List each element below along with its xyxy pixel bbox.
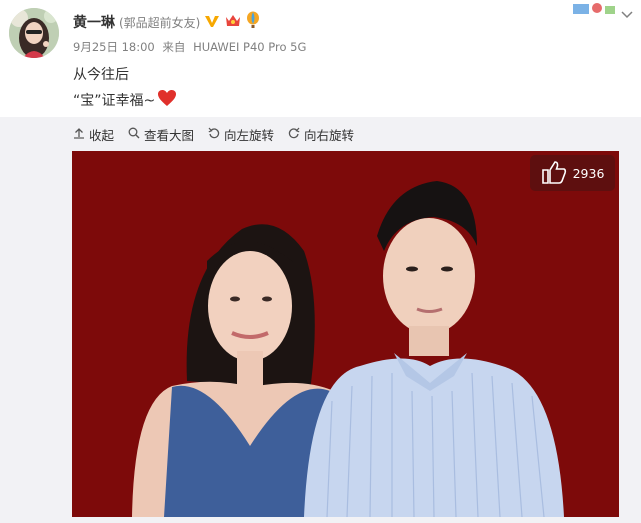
user-name[interactable]: 黄一琳 xyxy=(73,12,115,32)
name-row: 黄一琳 (郭品超前女友) xyxy=(73,11,260,33)
media-panel: 收起 查看大图 向左旋转 向右旋转 2936 xyxy=(0,117,641,523)
weibo-post: 黄一琳 (郭品超前女友) 9月25日 18:00 来自 HUAWEI P40 P… xyxy=(0,0,641,523)
rotate-right-button[interactable]: 向右旋转 xyxy=(288,125,354,144)
rotate-right-icon xyxy=(288,127,304,142)
media-toolbar: 收起 查看大图 向左旋转 向右旋转 xyxy=(73,125,368,143)
collapse-button[interactable]: 收起 xyxy=(73,125,114,144)
collapse-label: 收起 xyxy=(89,127,115,143)
rotate-left-button[interactable]: 向左旋转 xyxy=(208,125,274,144)
collapse-icon xyxy=(73,127,89,142)
rotate-left-label: 向左旋转 xyxy=(224,127,275,143)
post-time[interactable]: 9月25日 18:00 xyxy=(73,40,155,54)
rotate-left-icon xyxy=(208,127,224,142)
thumb-up-icon xyxy=(541,160,573,187)
heart-icon xyxy=(157,89,177,111)
source-prefix: 来自 xyxy=(162,40,186,54)
view-large-button[interactable]: 查看大图 xyxy=(128,125,194,144)
couple-photo-illustration xyxy=(72,151,619,517)
zoom-icon xyxy=(128,127,144,142)
post-text-line2: “宝”证幸福~ xyxy=(73,93,156,109)
post-text-line2-wrap: “宝”证幸福~ xyxy=(73,89,177,111)
crown-icon[interactable] xyxy=(224,12,242,32)
view-large-label: 查看大图 xyxy=(144,127,195,143)
verified-icon[interactable] xyxy=(204,13,220,32)
chevron-down-icon[interactable] xyxy=(621,4,633,23)
rotate-right-label: 向右旋转 xyxy=(304,127,355,143)
user-remark: (郭品超前女友) xyxy=(119,15,201,30)
post-text-line1: 从今往后 xyxy=(73,67,129,83)
like-count: 2936 xyxy=(572,165,605,181)
avatar[interactable] xyxy=(9,8,59,58)
device-source: HUAWEI P40 Pro 5G xyxy=(193,40,307,54)
post-meta: 9月25日 18:00 来自 HUAWEI P40 Pro 5G xyxy=(73,39,310,55)
balloon-icon[interactable] xyxy=(246,11,260,33)
like-button[interactable]: 2936 xyxy=(530,155,615,191)
post-photo[interactable]: 2936 xyxy=(72,151,619,517)
